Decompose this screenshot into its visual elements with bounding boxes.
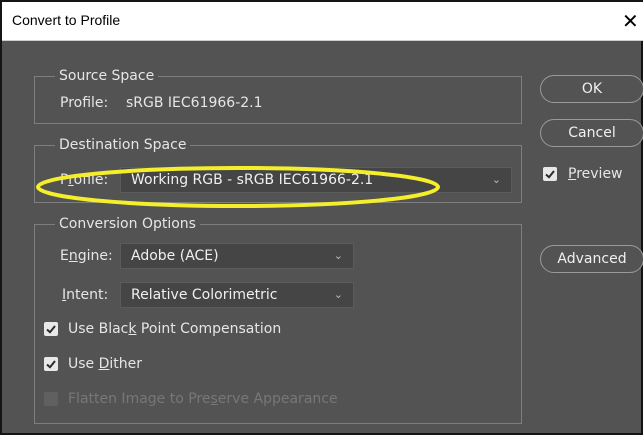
destination-space-legend: Destination Space [55, 136, 191, 154]
conversion-options-legend: Conversion Options [55, 215, 200, 233]
cancel-button[interactable]: Cancel [540, 119, 643, 147]
ok-button[interactable]: OK [540, 75, 643, 103]
chevron-down-icon: ⌄ [333, 288, 343, 301]
advanced-button[interactable]: Advanced [540, 245, 643, 273]
flatten-image-label: Flatten Image to Preserve Appearance [68, 391, 338, 407]
intent-value: Relative Colorimetric [131, 287, 278, 303]
destination-profile-value: Working RGB - sRGB IEC61966-2.1 [131, 172, 374, 188]
use-dither-checkbox[interactable] [44, 357, 58, 371]
close-icon[interactable]: ✕ [622, 4, 643, 38]
convert-to-profile-dialog: Convert to Profile ✕ Source Space Profil… [0, 0, 643, 435]
source-space-legend: Source Space [55, 67, 159, 85]
flatten-image-checkbox [44, 392, 58, 406]
engine-value: Adobe (ACE) [131, 248, 219, 264]
chevron-down-icon: ⌄ [491, 173, 501, 186]
checkmark-icon [46, 360, 56, 369]
source-profile-label: Profile: [60, 95, 109, 111]
dialog-title: Convert to Profile [12, 12, 121, 28]
preview-label[interactable]: Preview [568, 165, 623, 183]
title-bar: Convert to Profile ✕ [2, 2, 643, 41]
checkmark-icon [545, 170, 555, 179]
destination-profile-select[interactable]: Working RGB - sRGB IEC61966-2.1 ⌄ [120, 167, 512, 193]
black-point-compensation-label[interactable]: Use Black Point Compensation [68, 320, 281, 338]
destination-profile-label: Profile: [60, 172, 109, 188]
checkmark-icon [46, 325, 56, 334]
engine-label: Engine: [60, 248, 113, 264]
engine-select[interactable]: Adobe (ACE) ⌄ [120, 243, 354, 269]
black-point-compensation-checkbox[interactable] [44, 322, 58, 336]
chevron-down-icon: ⌄ [333, 249, 343, 262]
use-dither-label[interactable]: Use Dither [68, 355, 142, 373]
intent-label: Intent: [62, 287, 109, 303]
source-profile-value: sRGB IEC61966-2.1 [126, 95, 263, 111]
preview-checkbox[interactable] [543, 167, 557, 181]
intent-select[interactable]: Relative Colorimetric ⌄ [120, 282, 354, 308]
